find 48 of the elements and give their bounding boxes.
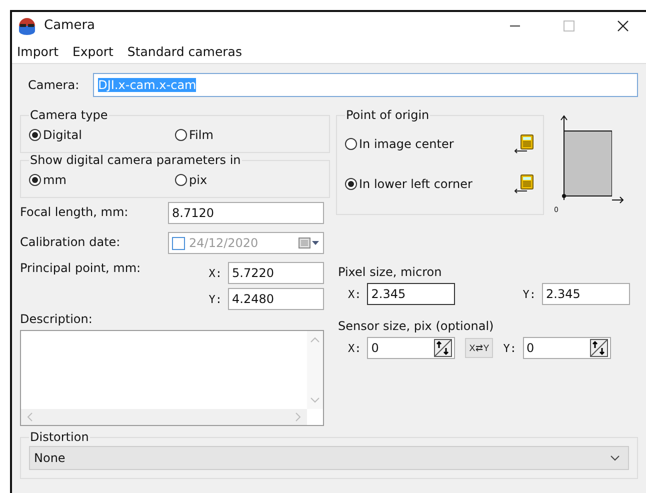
checkbox[interactable] [172,236,185,250]
sensor-x-spinbox[interactable]: 0 [367,337,456,359]
camera-label: Camera: [28,78,80,92]
x-label: X: [348,288,362,300]
y-label: Y: [522,288,536,300]
principal-y-field[interactable]: 4.2480 [228,288,324,310]
principal-point-label: Principal point, mm: [20,262,142,276]
radio-option[interactable]: Film [175,124,321,146]
calculator-icon[interactable] [513,174,535,194]
date-value: 24/12/2020 [189,236,258,250]
principal-x-field[interactable]: 5.7220 [228,262,324,284]
focal-length-field[interactable]: 8.7120 [168,202,324,224]
window-title: Camera [44,18,96,33]
radio-option[interactable]: In image center [345,133,454,155]
description-label: Description: [20,312,94,326]
radio-option[interactable]: pix [175,169,321,191]
calendar-dropdown-icon[interactable] [298,237,320,249]
chevron-down-icon [610,455,620,461]
sensor-y-spinbox[interactable]: 0 [522,337,611,359]
radio-option[interactable]: mm [29,169,175,191]
menu-item[interactable]: Standard cameras [127,44,242,58]
pixel-size-label: Pixel size, micron [337,265,443,279]
spin-icon[interactable] [590,339,608,357]
pixel-y-field[interactable]: 2.345 [542,283,630,305]
group-title: Distortion [29,430,90,444]
distortion-dropdown[interactable]: None [29,446,629,470]
calibration-date-label: Calibration date: [20,236,122,250]
sensor-size-label: Sensor size, pix (optional) [337,319,495,333]
radio-option[interactable]: In lower left corner [345,173,472,195]
calculator-icon[interactable] [513,134,535,154]
group-title: Point of origin [345,108,430,122]
radio-option[interactable]: Digital [29,124,175,146]
app-icon [18,16,36,34]
spin-icon[interactable] [434,339,452,357]
x-axis-icon [612,196,624,204]
focal-length-label: Focal length, mm: [20,206,130,220]
pixel-x-field[interactable]: 2.345 [367,283,456,305]
group-title: Camera type [29,108,109,122]
swap-button[interactable]: X⇄Y [465,338,494,358]
x-label: X: [348,342,362,354]
y-label: Y: [503,342,517,354]
y-label: Y: [208,292,222,306]
x-label: X: [208,266,222,280]
group-title: Show digital camera parameters in [29,153,242,167]
close-icon[interactable] [617,20,629,32]
menu-item[interactable]: Export [72,44,114,58]
menu-item[interactable]: Import [17,44,58,58]
selected-text: DJI.x-cam.x-cam [98,78,196,92]
